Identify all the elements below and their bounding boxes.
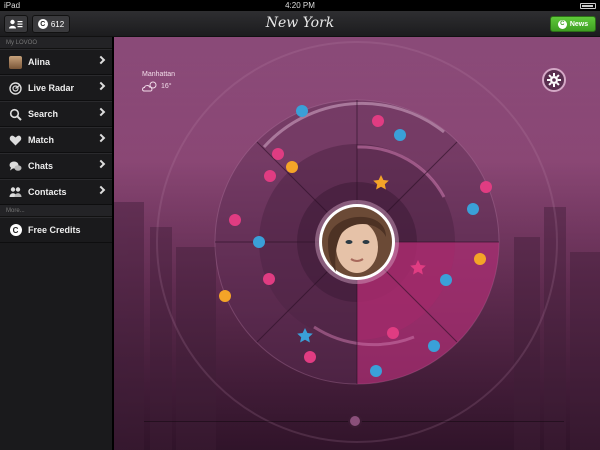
sidebar-item-label: Match: [28, 135, 55, 145]
radar-user-dot: [229, 214, 241, 226]
chevron-right-icon: [96, 55, 106, 65]
radar-user-dot: [253, 236, 265, 248]
battery-icon: [580, 3, 596, 9]
sidebar-item-search[interactable]: Search: [0, 101, 112, 127]
credits-icon: C: [9, 224, 22, 237]
radar-user-dot: [387, 327, 399, 339]
radar-user-dot: [219, 290, 231, 302]
sidebar-item-label: Search: [28, 109, 59, 119]
sidebar: My LOVOO Alina Live Radar Search Match C…: [0, 37, 113, 450]
radar-user-dot: [428, 340, 440, 352]
sidebar-item-chats[interactable]: Chats: [0, 153, 112, 179]
user-avatar-icon: [9, 55, 22, 69]
center-profile-photo[interactable]: [315, 200, 399, 284]
top-nav: C 612 New York C News: [0, 11, 600, 37]
chevron-right-icon: [96, 107, 106, 117]
radar-user-dot: [372, 115, 384, 127]
radar-user-dot: [440, 274, 452, 286]
radar-user-dot: [394, 129, 406, 141]
weather-widget: Manhattan 16°: [142, 71, 175, 92]
sidebar-item-label: Contacts: [28, 187, 67, 197]
radar-icon: [9, 81, 22, 95]
status-bar: iPad 4:20 PM: [0, 0, 600, 11]
radar-user-dot: [480, 181, 492, 193]
radar-user-dot: [370, 365, 382, 377]
weather-location: Manhattan: [142, 71, 176, 78]
sidebar-item-contacts[interactable]: Contacts: [0, 179, 112, 205]
sidebar-section-more: More...: [0, 205, 112, 217]
news-label: News: [569, 20, 589, 28]
sidebar-item-label: Live Radar: [28, 83, 75, 93]
contacts-icon: [9, 186, 22, 199]
radar-view: Manhattan 16°: [114, 37, 600, 450]
sidebar-item-match[interactable]: Match: [0, 127, 112, 153]
clock: 4:20 PM: [285, 1, 315, 10]
radar-user-dot: [286, 161, 298, 173]
news-coin-icon: C: [557, 19, 567, 29]
weather-temperature: 16°: [161, 83, 172, 90]
sidebar-item-label: Alina: [28, 57, 51, 67]
search-icon: [9, 108, 22, 121]
city-title: New York: [265, 15, 335, 31]
radar-user-dot: [296, 105, 308, 117]
radar-graphic: [114, 37, 600, 450]
sidebar-item-live-radar[interactable]: Live Radar: [0, 75, 112, 101]
radar-user-dot: [304, 351, 316, 363]
chevron-right-icon: [96, 133, 106, 143]
radar-user-dot: [272, 148, 284, 160]
radar-user-dot: [264, 170, 276, 182]
chevron-right-icon: [96, 159, 106, 169]
sidebar-item-label: Chats: [28, 161, 54, 171]
news-button[interactable]: C News: [550, 16, 596, 32]
chat-icon: [9, 160, 22, 173]
sidebar-item-free-credits[interactable]: C Free Credits: [0, 217, 112, 243]
partly-cloudy-icon: [142, 81, 157, 92]
sidebar-item-label: Free Credits: [28, 225, 81, 235]
chevron-right-icon: [96, 81, 106, 91]
radar-user-dot: [474, 253, 486, 265]
chevron-right-icon: [96, 185, 106, 195]
sidebar-item-alina[interactable]: Alina: [0, 49, 112, 75]
radar-user-dot: [467, 203, 479, 215]
sidebar-section-my: My LOVOO: [0, 37, 112, 49]
radar-user-dot: [263, 273, 275, 285]
distance-slider-handle[interactable]: [348, 414, 362, 428]
settings-button[interactable]: [542, 68, 566, 92]
gear-icon: [547, 73, 561, 87]
heart-icon: [9, 134, 22, 147]
